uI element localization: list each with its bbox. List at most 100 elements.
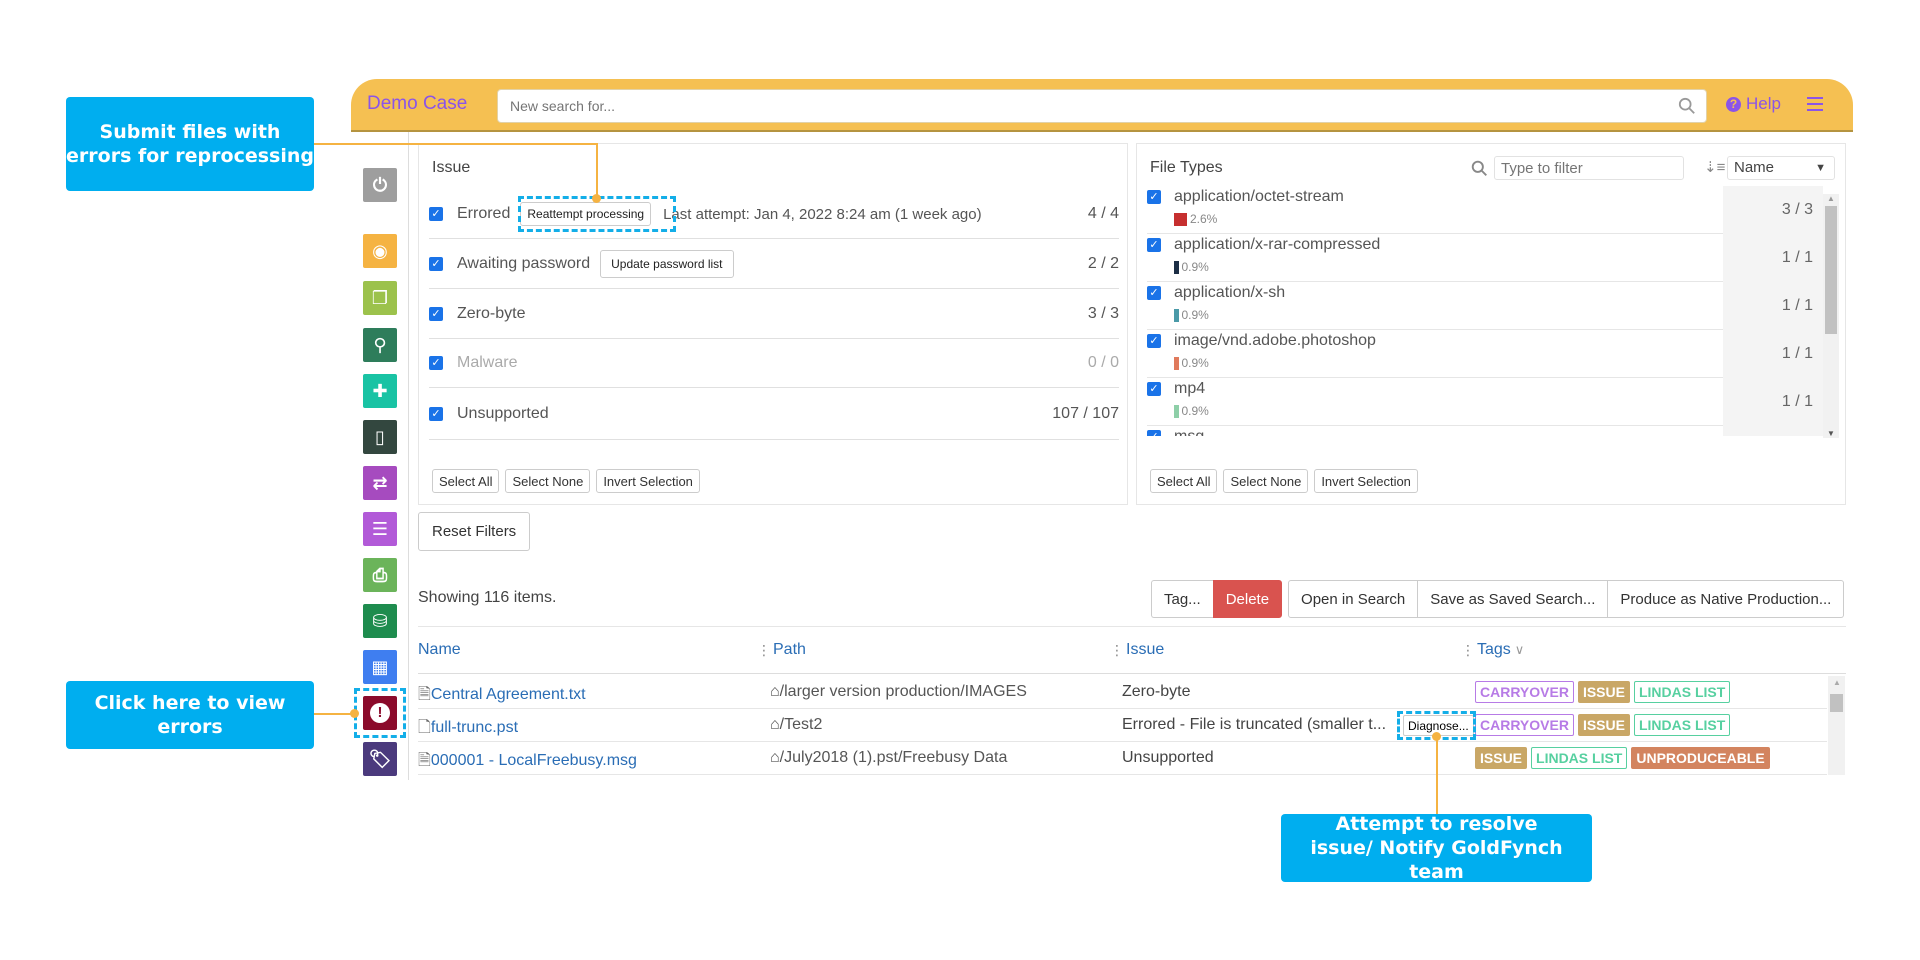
file-types-panel-title: File Types (1150, 159, 1223, 176)
file-name-link[interactable]: 🗋full-trunc.pst (418, 716, 518, 743)
open-in-search-button[interactable]: Open in Search (1288, 580, 1419, 618)
file-type-checkbox[interactable]: ✓ (1147, 190, 1161, 204)
search-icon[interactable] (1678, 97, 1696, 115)
delete-button[interactable]: Delete (1212, 580, 1283, 618)
sort-select[interactable]: Name ▼ (1727, 156, 1835, 180)
results-summary: Showing 116 items. (418, 589, 557, 606)
sidebar-view-button[interactable]: ◉ (363, 234, 397, 268)
reset-filters-button[interactable]: Reset Filters (418, 512, 531, 551)
file-type-share: 2.6% (1174, 212, 1217, 226)
sidebar-search-button[interactable]: ⚲ (363, 328, 397, 362)
filetype-invert-selection-button[interactable]: Invert Selection (1314, 469, 1418, 493)
file-type-label: application/x-rar-compressed (1174, 236, 1381, 253)
help-link[interactable]: ? Help (1726, 94, 1781, 114)
share-bar (1174, 356, 1179, 370)
tag-list: CARRYOVER ISSUE LINDAS LIST (1475, 681, 1734, 703)
tag-badge[interactable]: LINDAS LIST (1633, 714, 1731, 736)
scroll-up-arrow-icon[interactable]: ▲ (1833, 678, 1841, 687)
sidebar-tags-button[interactable]: 🏷 (363, 742, 397, 776)
hamburger-menu-icon[interactable] (1807, 97, 1823, 111)
awaiting-password-checkbox[interactable]: ✓ (429, 257, 443, 271)
file-type-checkbox[interactable]: ✓ (1147, 430, 1161, 436)
column-header-name[interactable]: Name (418, 641, 461, 659)
filetype-select-all-button[interactable]: Select All (1150, 469, 1218, 493)
issue-label: Errored (457, 205, 511, 222)
column-header-tags[interactable]: ⋮ Tags ∨ (1461, 641, 1524, 659)
sidebar-bookmarks-button[interactable]: ▯ (363, 420, 397, 454)
column-resize-handle-icon[interactable]: ⋮ (1461, 642, 1475, 659)
issue-row-malware: ✓ Malware 0 / 0 (429, 339, 1119, 388)
file-name-link[interactable]: 🗎Central Agreement.txt (418, 683, 586, 710)
tag-badge[interactable]: ISSUE (1577, 714, 1630, 736)
file-type-row: ✓ msg 104 / 104 (1147, 426, 1823, 436)
update-password-list-button[interactable]: Update password list (600, 250, 734, 278)
sidebar-plugins-button[interactable]: ✚ (363, 374, 397, 408)
file-type-row: ✓ mp4 0.9% 1 / 1 (1147, 378, 1823, 426)
column-resize-handle-icon[interactable]: ⋮ (1110, 642, 1124, 659)
search-input[interactable] (498, 90, 1658, 122)
power-button[interactable]: ⏻ (363, 168, 397, 202)
issue-count: 3 / 3 (1087, 305, 1119, 322)
sidebar-table-button[interactable]: ▦ (363, 650, 397, 684)
malware-checkbox[interactable]: ✓ (429, 356, 443, 370)
callout-leader-dot (1432, 732, 1441, 741)
errored-checkbox[interactable]: ✓ (429, 207, 443, 221)
file-type-count: 1 / 1 (1723, 282, 1823, 330)
tag-badge[interactable]: LINDAS LIST (1633, 681, 1731, 703)
tag-badge[interactable]: ISSUE (1577, 681, 1630, 703)
produce-native-production-button[interactable]: Produce as Native Production... (1608, 580, 1845, 618)
issue-count: 107 / 107 (1052, 404, 1119, 422)
sidebar-list-button[interactable]: ☰ (363, 512, 397, 546)
file-type-checkbox[interactable]: ✓ (1147, 334, 1161, 348)
file-types-scrollbar[interactable]: ▲ ▼ (1823, 194, 1839, 438)
results-toolbar: Tag... Delete Open in Search Save as Sav… (1151, 580, 1845, 618)
issue-select-all-button[interactable]: Select All (432, 469, 500, 493)
column-header-issue[interactable]: ⋮ Issue (1110, 641, 1164, 659)
save-as-saved-search-button[interactable]: Save as Saved Search... (1418, 580, 1609, 618)
sidebar-divider (408, 132, 409, 780)
issue-invert-selection-button[interactable]: Invert Selection (596, 469, 700, 493)
file-type-checkbox[interactable]: ✓ (1147, 238, 1161, 252)
file-type-checkbox[interactable]: ✓ (1147, 382, 1161, 396)
file-type-filter-input[interactable] (1494, 156, 1684, 180)
tag-badge[interactable]: UNPRODUCEABLE (1631, 747, 1770, 769)
unsupported-checkbox[interactable]: ✓ (429, 406, 443, 421)
scroll-down-arrow-icon[interactable]: ▼ (1827, 429, 1835, 438)
table-row[interactable]: 🗎000001 - LocalFreebusy.msg ⌂/July2018 (… (418, 742, 1827, 775)
text-file-icon: 🗎 (418, 686, 431, 703)
sidebar-transfer-button[interactable]: ⇄ (363, 466, 397, 500)
tag-badge[interactable]: CARRYOVER (1475, 681, 1574, 703)
file-name-link[interactable]: 🗎000001 - LocalFreebusy.msg (418, 749, 637, 776)
sidebar-print-button[interactable]: ⎙ (363, 558, 397, 592)
home-icon: ⌂ (770, 749, 780, 766)
sidebar-database-button[interactable]: ⛁ (363, 604, 397, 638)
column-header-path[interactable]: ⋮ Path (757, 641, 806, 659)
table-row[interactable]: 🗎Central Agreement.txt ⌂/larger version … (418, 676, 1827, 709)
issue-select-none-button[interactable]: Select None (505, 469, 591, 493)
case-name[interactable]: Demo Case (367, 93, 467, 115)
tag-button[interactable]: Tag... (1151, 580, 1213, 618)
table-icon: ▦ (371, 656, 389, 677)
file-types-filter-panel: File Types ⇣≡ Name ▼ ✓ application/octet… (1136, 143, 1846, 505)
zero-byte-checkbox[interactable]: ✓ (429, 307, 443, 321)
issue-count: 0 / 0 (1087, 354, 1119, 371)
tag-badge[interactable]: ISSUE (1475, 747, 1528, 769)
scroll-up-arrow-icon[interactable]: ▲ (1827, 194, 1835, 203)
tag-badge[interactable]: CARRYOVER (1475, 714, 1574, 736)
issue-panel-title: Issue (432, 159, 471, 176)
file-type-count: 1 / 1 (1723, 330, 1823, 378)
table-scrollbar[interactable]: ▲ (1828, 676, 1845, 775)
table-row[interactable]: 🗋full-trunc.pst ⌂/Test2 Errored - File i… (418, 709, 1827, 742)
tag-badge[interactable]: LINDAS LIST (1531, 747, 1628, 769)
sidebar-copies-button[interactable]: ❐ (363, 281, 397, 315)
file-type-checkbox[interactable]: ✓ (1147, 286, 1161, 300)
filetype-select-none-button[interactable]: Select None (1223, 469, 1309, 493)
share-pct: 0.9% (1181, 308, 1209, 322)
callout-leader-line (596, 143, 598, 199)
column-resize-handle-icon[interactable]: ⋮ (757, 642, 771, 659)
scrollbar-thumb[interactable] (1830, 694, 1843, 712)
file-type-label: application/x-sh (1174, 284, 1286, 301)
tag-list: CARRYOVER ISSUE LINDAS LIST (1475, 714, 1734, 736)
share-pct: 0.9% (1181, 356, 1209, 370)
scrollbar-thumb[interactable] (1825, 206, 1837, 334)
